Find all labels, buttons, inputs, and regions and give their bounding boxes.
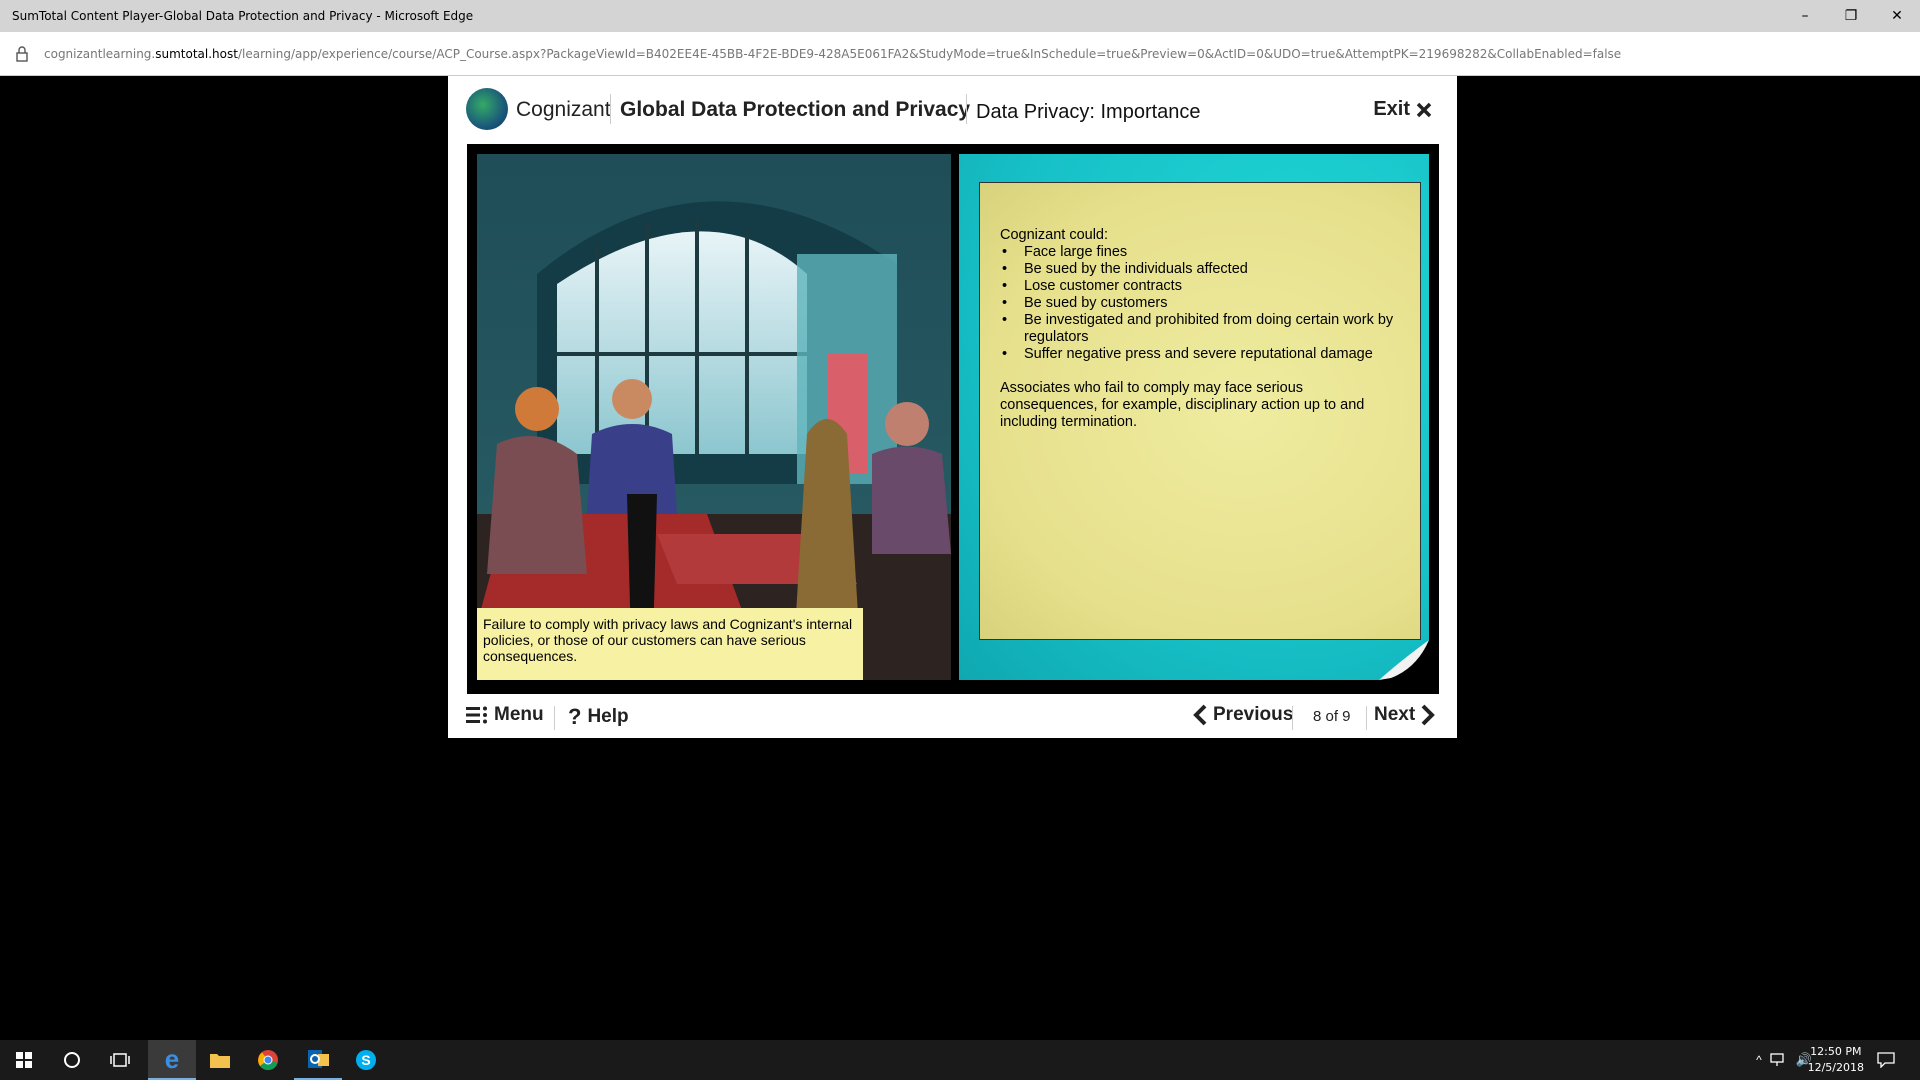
header-divider bbox=[966, 94, 967, 124]
folder-icon bbox=[210, 1054, 230, 1068]
course-title: Global Data Protection and Privacy bbox=[620, 98, 971, 121]
close-window-button[interactable]: ✕ bbox=[1874, 0, 1920, 32]
minimize-button[interactable]: – bbox=[1782, 0, 1828, 32]
taskbar-clock[interactable]: 12:50 PM 12/5/2018 bbox=[1808, 1044, 1864, 1076]
menu-label: Menu bbox=[494, 704, 544, 725]
content-player: Cognizant Global Data Protection and Pri… bbox=[448, 76, 1457, 738]
note-card: Cognizant could: Face large fines Be sue… bbox=[979, 182, 1421, 640]
list-item: Be sued by customers bbox=[1000, 295, 1400, 312]
next-label: Next bbox=[1374, 704, 1416, 725]
previous-button[interactable]: Previous bbox=[1193, 704, 1293, 726]
file-explorer-taskbar-button[interactable] bbox=[196, 1040, 244, 1080]
chrome-icon bbox=[258, 1050, 278, 1071]
page-curl-icon bbox=[1379, 640, 1429, 680]
next-button[interactable]: Next bbox=[1374, 704, 1436, 726]
window-title: SumTotal Content Player-Global Data Prot… bbox=[12, 9, 474, 23]
url-text[interactable]: cognizantlearning.sumtotal.host/learning… bbox=[44, 47, 1621, 61]
previous-label: Previous bbox=[1213, 704, 1294, 725]
brand-name: Cognizant bbox=[516, 98, 611, 121]
outlook-taskbar-button[interactable] bbox=[294, 1040, 342, 1080]
edge-taskbar-button[interactable]: e bbox=[148, 1040, 196, 1080]
windows-taskbar: e S ^ 🔊 12:50 PM 12/5/2018 bbox=[0, 1040, 1920, 1080]
chrome-taskbar-button[interactable] bbox=[244, 1040, 292, 1080]
list-item: Be sued by the individuals affected bbox=[1000, 261, 1400, 278]
list-item: Lose customer contracts bbox=[1000, 278, 1400, 295]
exit-label: Exit bbox=[1373, 98, 1410, 120]
chevron-left-icon bbox=[1193, 704, 1207, 726]
help-label: Help bbox=[587, 706, 629, 727]
cortana-icon bbox=[64, 1052, 80, 1068]
menu-button[interactable]: Menu bbox=[466, 704, 544, 726]
help-icon: ? bbox=[568, 704, 582, 729]
skype-taskbar-button[interactable]: S bbox=[342, 1040, 390, 1080]
restore-button[interactable]: ❐ bbox=[1828, 0, 1874, 32]
clock-time: 12:50 PM bbox=[1810, 1045, 1862, 1058]
lock-icon bbox=[0, 32, 44, 76]
slide-stage: Failure to comply with privacy laws and … bbox=[467, 144, 1439, 694]
page-counter: 8 of 9 bbox=[1313, 708, 1351, 725]
task-view-button[interactable] bbox=[96, 1040, 144, 1080]
outlook-icon bbox=[308, 1050, 329, 1068]
skype-icon: S bbox=[356, 1050, 376, 1070]
list-item: Be investigated and prohibited from doin… bbox=[1000, 312, 1400, 346]
address-bar[interactable]: cognizantlearning.sumtotal.host/learning… bbox=[0, 32, 1920, 76]
note-intro: Cognizant could: bbox=[1000, 227, 1109, 243]
exit-button[interactable]: Exit bbox=[1373, 98, 1432, 121]
list-item: Suffer negative press and severe reputat… bbox=[1000, 346, 1400, 363]
player-header: Cognizant Global Data Protection and Pri… bbox=[448, 76, 1457, 144]
close-icon bbox=[1416, 102, 1432, 117]
edge-icon: e bbox=[164, 1043, 180, 1074]
player-footer: Menu ? Help Previous 8 of 9 Next bbox=[448, 698, 1457, 738]
svg-text:S: S bbox=[361, 1052, 370, 1068]
action-center-button[interactable] bbox=[1862, 1040, 1910, 1080]
url-path: /learning/app/experience/course/ACP_Cour… bbox=[237, 46, 1622, 61]
menu-icon bbox=[466, 706, 487, 724]
task-view-icon bbox=[110, 1053, 130, 1067]
scene-caption: Failure to comply with privacy laws and … bbox=[477, 608, 863, 680]
page-title: Data Privacy: Importance bbox=[976, 101, 1201, 123]
notification-icon bbox=[1877, 1052, 1895, 1068]
windows-logo-icon bbox=[16, 1052, 32, 1068]
content-panel: Cognizant could: Face large fines Be sue… bbox=[959, 154, 1429, 680]
network-icon[interactable] bbox=[1770, 1053, 1788, 1067]
start-button[interactable] bbox=[0, 1040, 48, 1080]
header-divider bbox=[610, 94, 611, 124]
consequence-list: Face large fines Be sued by the individu… bbox=[1000, 244, 1400, 363]
restaurant-scene-illustration: Failure to comply with privacy laws and … bbox=[477, 154, 951, 680]
note-paragraph: Associates who fail to comply may face s… bbox=[1000, 380, 1365, 430]
footer-divider bbox=[1292, 706, 1293, 730]
chevron-right-icon bbox=[1421, 704, 1436, 726]
chevron-up-icon[interactable]: ^ bbox=[1748, 1053, 1770, 1067]
window-titlebar: SumTotal Content Player-Global Data Prot… bbox=[0, 0, 1920, 32]
cognizant-logo-icon bbox=[466, 88, 508, 130]
footer-divider bbox=[554, 706, 555, 730]
search-button[interactable] bbox=[48, 1040, 96, 1080]
help-button[interactable]: ? Help bbox=[568, 704, 629, 730]
url-prefix: cognizantlearning. bbox=[44, 46, 156, 61]
list-item: Face large fines bbox=[1000, 244, 1400, 261]
footer-divider bbox=[1366, 706, 1367, 730]
clock-date: 12/5/2018 bbox=[1807, 1061, 1864, 1074]
url-host: sumtotal.host bbox=[155, 46, 238, 61]
